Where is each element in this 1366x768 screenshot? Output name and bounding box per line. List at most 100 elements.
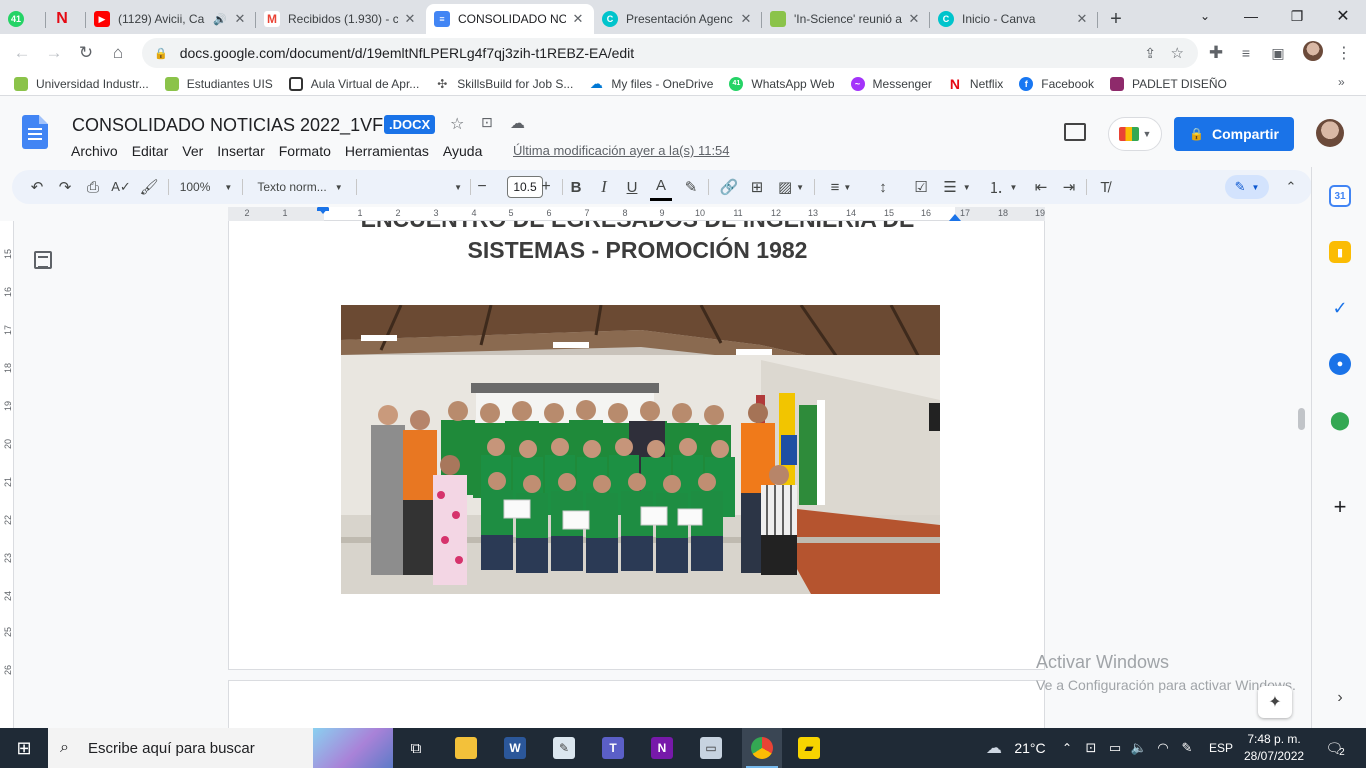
clear-formatting-icon[interactable]: T̸ — [1094, 170, 1116, 204]
get-addons-icon[interactable]: + — [1329, 494, 1351, 519]
speaker-icon[interactable]: 🔊 — [212, 13, 228, 26]
menu-archivo[interactable]: Archivo — [64, 141, 125, 161]
calendar-icon[interactable]: 31 — [1329, 185, 1351, 207]
onenote-icon[interactable]: N — [644, 728, 680, 768]
star-icon[interactable]: ☆ — [450, 114, 464, 134]
font-size-decrease-icon[interactable]: − — [472, 170, 492, 204]
reload-icon[interactable]: ↻ — [70, 37, 102, 69]
vertical-ruler[interactable]: 15 16 17 18 19 20 21 22 23 24 25 26 — [0, 221, 14, 728]
extensions-icon[interactable]: ✚ — [1200, 37, 1232, 69]
start-icon[interactable]: ⊞ — [0, 728, 48, 768]
underline-button[interactable]: U — [622, 170, 642, 204]
close-window-icon[interactable]: ✕ — [1320, 0, 1366, 32]
collapse-menus-icon[interactable]: ⌃ — [1280, 170, 1302, 204]
menu-ver[interactable]: Ver — [175, 141, 210, 161]
pen-icon[interactable]: ✎ — [1176, 728, 1198, 768]
font-size-increase-icon[interactable]: + — [536, 170, 556, 204]
share-button[interactable]: 🔒 Compartir — [1174, 117, 1294, 151]
url-input[interactable]: 🔒 docs.google.com/document/d/19emltNfLPE… — [142, 38, 1198, 68]
document-page[interactable]: ENCUENTRO DE EGRESADOS DE INGENIERÍA DE … — [228, 221, 1045, 670]
paint-format-icon[interactable]: 🖌 — [136, 170, 162, 204]
more-bookmarks-icon[interactable]: » — [1338, 75, 1345, 89]
sticky-notes-icon[interactable]: ▰ — [791, 728, 827, 768]
vertical-scrollbar[interactable] — [1298, 408, 1305, 430]
bookmark-item[interactable]: PADLET DISEÑO — [1109, 76, 1227, 91]
media-icon[interactable]: ≡ — [1230, 37, 1262, 69]
close-icon[interactable]: ✕ — [402, 11, 418, 27]
move-folder-icon[interactable]: ⊡ — [481, 114, 493, 131]
spellcheck-icon[interactable]: A✓ — [108, 170, 134, 204]
volume-icon[interactable]: 🔈 — [1128, 728, 1150, 768]
bookmark-item[interactable]: N Netflix — [948, 76, 1003, 92]
tab-youtube[interactable]: ▶ (1129) Avicii, Ca 🔊 ✕ — [86, 4, 256, 34]
menu-ayuda[interactable]: Ayuda — [436, 141, 489, 161]
taskbar-search-input[interactable]: ⌕ Escribe aquí para buscar — [48, 728, 393, 768]
wifi-icon[interactable]: ◠ — [1152, 728, 1174, 768]
avatar[interactable] — [1316, 119, 1344, 147]
group-photo[interactable] — [341, 305, 940, 594]
text-color-button[interactable]: A — [650, 173, 672, 201]
highlight-color-icon[interactable]: ✎ — [680, 170, 702, 204]
bookmark-item[interactable]: ☁ My files - OneDrive — [589, 76, 714, 91]
menu-formato[interactable]: Formato — [272, 141, 338, 161]
tab-canva-presentation[interactable]: C Presentación Agenc ✕ — [594, 4, 762, 34]
close-icon[interactable]: ✕ — [906, 11, 922, 27]
numbered-list-icon[interactable]: ⒈ ▼ — [984, 170, 1022, 204]
word-icon[interactable]: W — [497, 728, 533, 768]
undo-icon[interactable]: ↶ — [24, 170, 50, 204]
teams-icon[interactable]: T — [595, 728, 631, 768]
align-icon[interactable]: ≡ ▼ — [824, 170, 858, 204]
tab-gmail[interactable]: M Recibidos (1.930) - c ✕ — [256, 4, 426, 34]
back-icon[interactable]: ← — [6, 37, 38, 69]
close-icon[interactable]: ✕ — [570, 11, 586, 27]
bookmark-item[interactable]: 41 WhatsApp Web — [729, 76, 835, 91]
document-title[interactable]: CONSOLIDADO NOTICIAS 2022_1VF — [72, 115, 383, 136]
browser-profile-avatar[interactable] — [1303, 41, 1323, 61]
minimize-icon[interactable]: — — [1228, 0, 1274, 32]
last-modified-link[interactable]: Última modificación ayer a la(s) 11:54 — [513, 143, 730, 158]
sidepanel-icon[interactable]: ▣ — [1262, 37, 1294, 69]
new-tab-button[interactable]: + — [1098, 4, 1134, 34]
redo-icon[interactable]: ↷ — [52, 170, 78, 204]
tab-in-science[interactable]: 'In-Science' reunió a ✕ — [762, 4, 930, 34]
increase-indent-icon[interactable]: ⇥ — [1058, 170, 1080, 204]
language-indicator[interactable]: ESP — [1206, 728, 1236, 768]
notifications-icon[interactable]: 🗨 2 — [1318, 728, 1352, 768]
file-explorer-icon[interactable] — [448, 728, 484, 768]
share-page-icon[interactable]: ⇪ — [1144, 45, 1156, 62]
paint-icon[interactable]: ✎ — [546, 728, 582, 768]
decrease-indent-icon[interactable]: ⇤ — [1030, 170, 1052, 204]
task-view-icon[interactable]: ⧉ — [398, 728, 434, 768]
menu-insertar[interactable]: Insertar — [210, 141, 271, 161]
home-icon[interactable]: ⌂ — [102, 37, 134, 69]
meet-button[interactable]: ▼ — [1108, 117, 1162, 151]
maps-icon[interactable]: ⬤ — [1329, 409, 1351, 431]
close-icon[interactable]: ✕ — [232, 11, 248, 27]
battery-icon[interactable]: ▭ — [1104, 728, 1126, 768]
docs-logo-icon[interactable] — [22, 115, 48, 149]
horizontal-ruler[interactable]: 2 1 1 2 3 4 5 6 7 8 9 10 11 12 13 14 15 … — [228, 207, 1045, 221]
clock[interactable]: 7:48 p. m. 28/07/2022 — [1244, 731, 1304, 765]
forward-icon[interactable]: → — [38, 37, 70, 69]
line-spacing-icon[interactable]: ↕ — [872, 170, 894, 204]
maximize-icon[interactable]: ❐ — [1274, 0, 1320, 32]
close-icon[interactable]: ✕ — [738, 11, 754, 27]
bookmark-item[interactable]: ~ Messenger — [850, 76, 932, 91]
contacts-icon[interactable]: ● — [1329, 353, 1351, 375]
bookmark-item[interactable]: Estudiantes UIS — [164, 76, 273, 91]
style-select[interactable]: Texto norm... ▼ — [252, 170, 348, 204]
first-line-indent-marker[interactable] — [317, 208, 329, 211]
bookmark-item[interactable]: Aula Virtual de Apr... — [288, 76, 419, 91]
tab-canva-home[interactable]: C Inicio - Canva ✕ — [930, 4, 1098, 34]
remote-desktop-icon[interactable]: ▭ — [693, 728, 729, 768]
tab-netflix[interactable]: N — [46, 4, 86, 34]
tab-docs-active[interactable]: ≡ CONSOLIDADO NC ✕ — [426, 4, 594, 34]
link-icon[interactable]: 🔗 — [718, 170, 740, 204]
document-page-next[interactable] — [228, 680, 1045, 728]
explore-icon[interactable]: ✦ — [1258, 686, 1292, 718]
comments-icon[interactable] — [1064, 123, 1086, 141]
right-indent-marker[interactable] — [949, 214, 961, 221]
bookmark-item[interactable]: Universidad Industr... — [14, 76, 149, 91]
chevron-up-icon[interactable]: ⌃ — [1058, 728, 1076, 768]
font-select[interactable]: ▼ — [362, 170, 462, 204]
